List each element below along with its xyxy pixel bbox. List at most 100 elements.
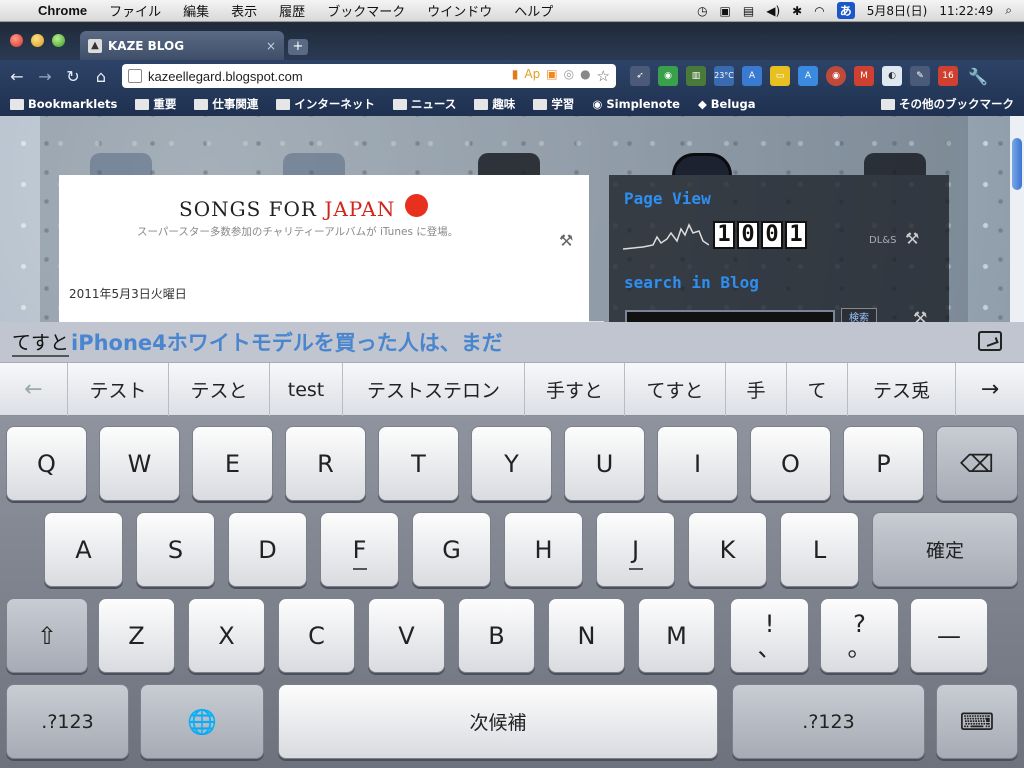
gmail-count-icon[interactable]: 16	[938, 66, 958, 86]
window-close-button[interactable]	[10, 34, 23, 47]
candidate-item[interactable]: 手	[726, 363, 787, 416]
bookmark-work[interactable]: 仕事関連	[194, 96, 258, 112]
key-l[interactable]: L	[780, 512, 859, 587]
tab-kaze-blog[interactable]: ▲ KAZE BLOG ×	[80, 31, 284, 60]
key-x[interactable]: X	[188, 598, 265, 673]
appstore-ext-button-icon[interactable]: A	[798, 66, 818, 86]
candidate-item[interactable]: test	[270, 363, 343, 416]
key-o[interactable]: O	[750, 426, 831, 501]
bluetooth-icon[interactable]: ✱	[792, 4, 802, 18]
bookmark-bookmarklets[interactable]: Bookmarklets	[10, 97, 117, 111]
key-dash[interactable]: —	[910, 598, 988, 673]
key-y[interactable]: Y	[471, 426, 552, 501]
bookmark-ext-icon[interactable]: ▮	[512, 67, 519, 85]
time-machine-icon[interactable]: ◷	[697, 4, 707, 18]
key-c[interactable]: C	[278, 598, 355, 673]
rocket-ext-icon[interactable]: ➶	[630, 66, 650, 86]
input-method-badge[interactable]: あ	[836, 2, 855, 19]
home-button[interactable]: ⌂	[90, 67, 112, 86]
key-h[interactable]: H	[504, 512, 583, 587]
window-zoom-button[interactable]	[52, 34, 65, 47]
key-r[interactable]: R	[285, 426, 366, 501]
menu-date[interactable]: 5月8日(日)	[867, 2, 928, 19]
bulb-icon[interactable]: ●	[580, 67, 590, 85]
blog-search-input[interactable]	[625, 310, 835, 322]
space-next-candidate-key[interactable]: 次候補	[278, 684, 718, 759]
key-e[interactable]: E	[192, 426, 273, 501]
candidate-item[interactable]: 手すと	[525, 363, 625, 416]
wrench-menu-icon[interactable]: 🔧	[968, 67, 988, 86]
rss-icon[interactable]: ▣	[546, 67, 557, 85]
notes-ext-icon[interactable]: ▭	[770, 66, 790, 86]
hide-composition-icon[interactable]	[978, 331, 1002, 351]
appstore-ext-icon[interactable]: Ap	[524, 67, 540, 85]
bookmark-important[interactable]: 重要	[135, 96, 176, 112]
new-tab-button[interactable]: +	[288, 39, 308, 55]
pen-ext-icon[interactable]: ✎	[910, 66, 930, 86]
tab-close-icon[interactable]: ×	[266, 39, 276, 53]
confirm-key[interactable]: 確定	[872, 512, 1018, 587]
key-w[interactable]: W	[99, 426, 180, 501]
key-j[interactable]: J	[596, 512, 675, 587]
menu-edit[interactable]: 編集	[183, 1, 209, 20]
omnibox[interactable]: kazeellegard.blogspot.com ▮ Ap ▣ ◎ ● ☆	[122, 64, 616, 88]
wifi-icon[interactable]: ◠	[814, 4, 824, 18]
menu-time[interactable]: 11:22:49	[939, 4, 993, 18]
key-q[interactable]: Q	[6, 426, 87, 501]
reload-button[interactable]: ↻	[62, 67, 84, 86]
menu-view[interactable]: 表示	[231, 1, 257, 20]
candidate-item[interactable]: テスと	[169, 363, 270, 416]
forward-button[interactable]: →	[34, 67, 56, 86]
weather-ext-icon[interactable]: 23°C	[714, 66, 734, 86]
key-exclaim-comma[interactable]: !、	[730, 598, 809, 673]
page-action-icon[interactable]: ◎	[564, 67, 574, 85]
url-text[interactable]: kazeellegard.blogspot.com	[148, 69, 303, 84]
evernote-ext-icon[interactable]: ◉	[658, 66, 678, 86]
delete-key[interactable]: ⌫	[936, 426, 1018, 501]
edit-tools-icon[interactable]: ⚒	[905, 229, 919, 248]
menu-window[interactable]: ウインドウ	[427, 1, 492, 20]
page-ext-icon[interactable]: ◐	[882, 66, 902, 86]
prediction-hint[interactable]: iPhone4ホワイトモデルを買った人は、まだ	[71, 327, 503, 357]
menu-bookmarks[interactable]: ブックマーク	[327, 1, 405, 20]
candidate-prev-button[interactable]: ←	[0, 363, 68, 416]
key-d[interactable]: D	[228, 512, 307, 587]
key-i[interactable]: I	[657, 426, 738, 501]
candidate-item[interactable]: テストステロン	[343, 363, 525, 416]
key-v[interactable]: V	[368, 598, 445, 673]
candidate-item[interactable]: てすと	[625, 363, 726, 416]
key-b[interactable]: B	[458, 598, 535, 673]
bookmark-internet[interactable]: インターネット	[276, 96, 375, 112]
key-g[interactable]: G	[412, 512, 491, 587]
numbers-key-right[interactable]: .?123	[732, 684, 925, 759]
bookmark-hobby[interactable]: 趣味	[474, 96, 515, 112]
back-button[interactable]: ←	[6, 67, 28, 86]
hide-keyboard-key[interactable]: ⌨	[936, 684, 1018, 759]
bookmark-news[interactable]: ニュース	[392, 96, 456, 112]
bookmark-other[interactable]: その他のブックマーク	[881, 96, 1014, 112]
globe-key[interactable]: 🌐	[140, 684, 264, 759]
bookmark-study[interactable]: 学習	[533, 96, 574, 112]
candidate-item[interactable]: て	[787, 363, 848, 416]
key-s[interactable]: S	[136, 512, 215, 587]
password-icon[interactable]: ▤	[743, 4, 754, 18]
key-u[interactable]: U	[564, 426, 645, 501]
scrollbar-thumb[interactable]	[1012, 138, 1022, 190]
menu-file[interactable]: ファイル	[109, 1, 161, 20]
key-f[interactable]: F	[320, 512, 399, 587]
edit-tools-icon[interactable]: ⚒	[913, 308, 927, 322]
key-k[interactable]: K	[688, 512, 767, 587]
bookmark-beluga[interactable]: ◆ Beluga	[698, 97, 756, 111]
spotlight-icon[interactable]: ⌕	[1005, 3, 1012, 18]
candidate-next-button[interactable]: →	[956, 363, 1024, 416]
menu-history[interactable]: 履歴	[279, 1, 305, 20]
blog-search-button[interactable]: 検索	[841, 308, 877, 322]
volume-icon[interactable]: ◀)	[766, 4, 780, 18]
key-a[interactable]: A	[44, 512, 123, 587]
translate-ext-icon[interactable]: A	[742, 66, 762, 86]
key-p[interactable]: P	[843, 426, 924, 501]
key-t[interactable]: T	[378, 426, 459, 501]
numbers-key[interactable]: .?123	[6, 684, 129, 759]
gmail-ext-icon[interactable]: M	[854, 66, 874, 86]
candidate-item[interactable]: テス兎	[848, 363, 956, 416]
